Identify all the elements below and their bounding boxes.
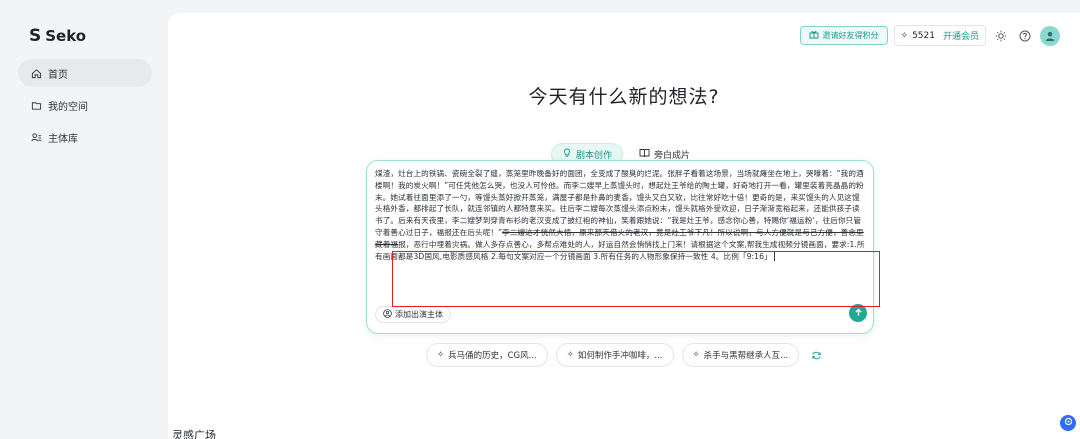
- home-icon: [30, 67, 42, 79]
- help-icon[interactable]: [1016, 27, 1034, 45]
- sidebar-item-label: 主体库: [48, 133, 78, 145]
- sidebar-item-label: 我的空间: [48, 101, 88, 113]
- add-subject-button[interactable]: 添加出演主体: [375, 306, 451, 323]
- add-person-icon: [383, 309, 392, 320]
- people-list-icon: [30, 131, 42, 143]
- arrow-up-icon: [854, 307, 863, 320]
- sparkle-icon: ✧: [900, 30, 909, 41]
- sidebar: S Seko 首页 我的空间 主体库: [0, 0, 168, 439]
- invite-friends-button[interactable]: 邀请好友得积分: [799, 26, 888, 45]
- sparkle-icon: ✧: [692, 350, 700, 360]
- sidebar-item-my-space[interactable]: 我的空间: [18, 91, 152, 119]
- prompt-text-part: 报，恶行中埋着灾祸。做人多存点善心，多帮点难处的人，好运自然会悄悄找上门来！请根…: [375, 239, 865, 261]
- text-caret: [773, 252, 775, 262]
- assistant-icon: [1064, 417, 1073, 429]
- sidebar-item-home[interactable]: 首页: [18, 59, 152, 87]
- sidebar-item-subject-library[interactable]: 主体库: [18, 123, 152, 151]
- floating-assistant-button[interactable]: [1060, 415, 1076, 431]
- open-membership-link[interactable]: 开通会员: [943, 29, 979, 42]
- avatar[interactable]: [1040, 25, 1060, 46]
- inspiration-section-title: 灵感广场: [172, 429, 216, 439]
- main-panel: 邀请好友得积分 ✧ 5521 开通会员 今天有什么新的想法? 剧本创作 旁白成片…: [168, 13, 1080, 439]
- suggestion-label: 兵马俑的历史，CG风...: [448, 351, 537, 361]
- prompt-editor[interactable]: 煤渣，灶台上的铁锅、瓷碗全裂了缝，蒸笼里昨晚备好的面团，全变成了酸臭的烂泥。张胖…: [366, 160, 874, 334]
- suggestion-label: 如何制作手冲咖啡，...: [577, 351, 663, 361]
- brand-name: Seko: [45, 27, 87, 45]
- credits-value: 5521: [912, 30, 935, 41]
- invite-label: 邀请好友得积分: [822, 31, 879, 40]
- gift-icon: [809, 30, 819, 41]
- prompt-text[interactable]: 煤渣，灶台上的铁锅、瓷碗全裂了缝，蒸笼里昨晚备好的面团，全变成了酸臭的烂泥。张胖…: [375, 168, 865, 262]
- logo-mark-icon: S: [29, 26, 42, 46]
- page-title: 今天有什么新的想法?: [528, 86, 720, 108]
- prompt-text-part: 煤渣，灶台上的铁锅、瓷碗全裂了缝，蒸笼里昨晚备好的面团，全变成了酸臭的烂泥。张胖…: [375, 169, 864, 237]
- sidebar-item-label: 首页: [48, 69, 68, 81]
- suggestion-list: ✧ 兵马俑的历史，CG风... ✧ 如何制作手冲咖啡，... ✧ 杀手与黑帮继承…: [426, 343, 823, 367]
- suggestion-chip[interactable]: ✧ 杀手与黑帮继承人互...: [681, 343, 800, 367]
- folder-icon: [30, 99, 42, 111]
- send-button[interactable]: [849, 304, 867, 322]
- theme-toggle-sun-icon[interactable]: [992, 27, 1010, 45]
- top-bar: 邀请好友得积分 ✧ 5521 开通会员: [799, 25, 1060, 46]
- suggestion-chip[interactable]: ✧ 如何制作手冲咖啡，...: [555, 343, 674, 367]
- suggestion-chip[interactable]: ✧ 兵马俑的历史，CG风...: [426, 343, 548, 367]
- sparkle-icon: ✧: [437, 350, 445, 360]
- brand-logo[interactable]: S Seko: [29, 26, 86, 46]
- refresh-suggestions-icon[interactable]: [809, 348, 823, 362]
- add-subject-label: 添加出演主体: [395, 310, 443, 319]
- suggestion-label: 杀手与黑帮继承人互...: [703, 351, 789, 361]
- sparkle-icon: ✧: [566, 350, 574, 360]
- credits-badge[interactable]: ✧ 5521 开通会员: [893, 25, 986, 46]
